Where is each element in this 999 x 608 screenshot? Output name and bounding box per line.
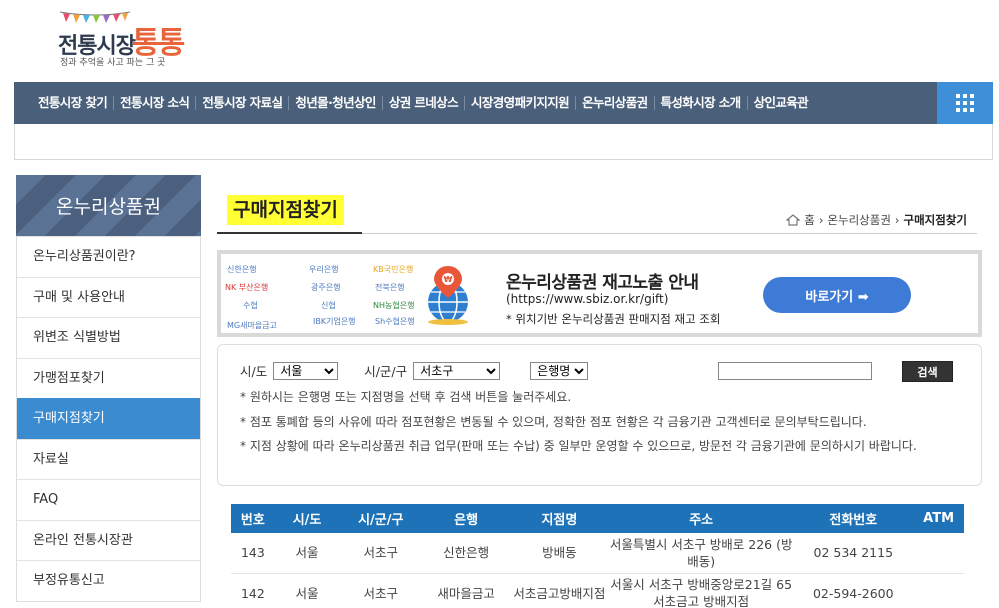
breadcrumb-level1[interactable]: 온누리상품권: [827, 212, 890, 228]
globe-location-icon: ₩: [428, 266, 468, 325]
breadcrumb-home[interactable]: 홈: [804, 212, 815, 228]
sigungu-label: 시/군/구: [364, 364, 408, 379]
table-cell: [913, 533, 964, 574]
bank-logo: 신한은행: [227, 265, 257, 274]
sub-navigation-bar: [14, 124, 993, 160]
note-text: * 지점 상황에 따라 온누리상품권 취급 업무(판매 또는 수납) 중 일부만…: [240, 439, 917, 453]
table-cell: 서초금고방배지점: [509, 573, 609, 608]
go-button[interactable]: 바로가기 ➡: [763, 277, 911, 313]
sido-select[interactable]: 서울: [273, 361, 339, 380]
logo-tagline: 정과 추억을 사고 파는 그 곳: [60, 58, 166, 68]
gnb-item[interactable]: 전통시장 찾기: [32, 96, 113, 110]
column-header: 지점명: [509, 504, 609, 533]
svg-text:₩: ₩: [444, 275, 453, 284]
banner-description: * 위치기반 온누리상품권 판매지점 재고 조회: [506, 312, 721, 326]
column-header: 시/도: [274, 504, 340, 533]
bank-logo: NK 부산은행: [225, 283, 269, 292]
table-cell: 서울시 서초구 방배중앙로21길 65 서초금고 방배지점: [608, 573, 794, 608]
table-cell: 142: [231, 573, 275, 608]
bank-logo: KB국민은행: [373, 265, 414, 274]
note-text: * 원하시는 은행명 또는 지점명을 선택 후 검색 버튼을 눌러주세요.: [240, 390, 572, 404]
gnb-item[interactable]: 전통시장 자료실: [195, 96, 288, 110]
column-header: 주소: [608, 504, 794, 533]
sidebar-item[interactable]: 온누리상품권이란?: [17, 236, 200, 277]
gnb-item[interactable]: 시장경영패키지지원: [463, 96, 575, 110]
bank-logo: MG새마을금고: [227, 321, 277, 330]
sidebar-item[interactable]: 가맹점포찾기: [17, 357, 200, 399]
sidebar-item[interactable]: FAQ: [17, 479, 200, 520]
column-header: ATM: [913, 504, 964, 533]
search-form: 시/도 서울 시/군/구 서초구 은행명: [240, 361, 589, 380]
breadcrumb: 홈 › 온누리상품권 › 구매지점찾기: [786, 212, 967, 228]
table-row[interactable]: 143 서울 서초구 신한은행 방배동 서울특별시 서초구 방배로 226 (방배동) 02…: [231, 533, 964, 574]
title-underline: [217, 232, 362, 234]
search-notes: * 원하시는 은행명 또는 지점명을 선택 후 검색 버튼을 눌러주세요. * …: [240, 387, 960, 461]
table-cell: 서초구: [339, 533, 423, 574]
bank-logo: 전북은행: [375, 283, 405, 292]
note-text: * 점포 통폐합 등의 사유에 따라 점포현황은 변동될 수 있으며, 정확한 …: [240, 414, 867, 429]
column-header: 전화번호: [793, 504, 914, 533]
sidebar-item[interactable]: 위변조 식별방법: [17, 317, 200, 358]
table-cell: 서울: [274, 573, 340, 608]
bunting-flags-icon: [60, 11, 130, 23]
table-cell: 새마을금고: [422, 573, 510, 608]
sido-label: 시/도: [240, 364, 268, 379]
stock-notice-banner[interactable]: 신한은행 우리은행 KB국민은행 NK 부산은행 광주은행 전북은행 수협 신협…: [217, 250, 982, 337]
grid-menu-icon: [956, 94, 974, 112]
table-cell: 서울특별시 서초구 방배로 226 (방배동): [608, 533, 794, 574]
sidebar-item[interactable]: 자료실: [17, 438, 200, 480]
sigungu-select[interactable]: 서초구: [413, 361, 501, 380]
table-cell: 02-594-2600: [793, 573, 914, 608]
bank-logo: 신협: [321, 301, 336, 310]
bank-logo: 광주은행: [311, 283, 341, 292]
gnb-item[interactable]: 전통시장 소식: [113, 96, 195, 110]
column-header: 번호: [231, 504, 275, 533]
main-navigation: 전통시장 찾기 전통시장 소식 전통시장 자료실 청년몰·청년상인 상권 르네상스 시장경…: [14, 82, 993, 124]
search-panel: 시/도 서울 시/군/구 서초구 은행명 검색 * 원하시는 은행명 또는 지점…: [217, 344, 982, 486]
sidebar-item[interactable]: 구매지점찾기: [17, 398, 200, 439]
bank-logos: 신한은행 우리은행 KB국민은행 NK 부산은행 광주은행 전북은행 수협 신협…: [225, 258, 425, 330]
site-logo[interactable]: 전통시장 통통 정과 추억을 사고 파는 그 곳: [58, 10, 188, 70]
sidebar-item[interactable]: 구매 및 사용안내: [17, 276, 200, 318]
gnb-item[interactable]: 상인교육관: [746, 96, 815, 110]
table-cell: [913, 573, 964, 608]
gnb-item[interactable]: 온누리상품권: [575, 96, 653, 110]
bank-logo: 우리은행: [309, 265, 339, 274]
table-cell: 143: [231, 533, 275, 574]
search-button[interactable]: 검색: [902, 361, 953, 382]
bank-logo: Sh수협은행: [375, 317, 415, 326]
banner-url: (https://www.sbiz.or.kr/gift): [506, 292, 669, 306]
sidebar-item[interactable]: 부정유통신고: [17, 560, 200, 601]
home-icon[interactable]: [786, 214, 801, 226]
bank-logo: NH농협은행: [373, 301, 415, 310]
table-cell: 02 534 2115: [793, 533, 914, 574]
sidebar-item[interactable]: 온라인 전통시장관: [17, 519, 200, 561]
chevron-right-icon: ›: [894, 213, 900, 227]
chevron-right-icon: ›: [818, 213, 824, 227]
gnb-item[interactable]: 특성화시장 소개: [653, 96, 747, 110]
sidebar-title: 온누리상품권: [16, 175, 201, 236]
column-header: 시/군/구: [339, 504, 423, 533]
table-row[interactable]: 142 서울 서초구 새마을금고 서초금고방배지점 서울시 서초구 방배중앙로21길 65…: [231, 573, 964, 608]
table-cell: 방배동: [509, 533, 609, 574]
gnb-item[interactable]: 청년몰·청년상인: [288, 96, 381, 110]
banner-title: 온누리상품권 재고노출 안내: [506, 273, 699, 293]
column-header: 은행: [422, 504, 510, 533]
bank-logo: 수협: [243, 301, 258, 310]
keyword-input[interactable]: [718, 362, 872, 380]
table-cell: 서초구: [339, 573, 423, 608]
page-title: 구매지점찾기: [227, 195, 344, 225]
bank-select[interactable]: 은행명: [530, 361, 589, 380]
gnb-item[interactable]: 상권 르네상스: [381, 96, 464, 110]
bank-logo: IBK기업은행: [313, 317, 356, 326]
table-cell: 신한은행: [422, 533, 510, 574]
breadcrumb-current: 구매지점찾기: [903, 213, 967, 227]
branch-table: 번호 시/도 시/군/구 은행 지점명 주소 전화번호 ATM 143 서울 서초구 신한은행 방배동…: [231, 504, 964, 608]
table-cell: 서울: [274, 533, 340, 574]
all-menu-button[interactable]: [937, 82, 993, 124]
sidebar: 온누리상품권 온누리상품권이란? 구매 및 사용안내 위변조 식별방법 가맹점포찾기 구…: [16, 175, 201, 602]
